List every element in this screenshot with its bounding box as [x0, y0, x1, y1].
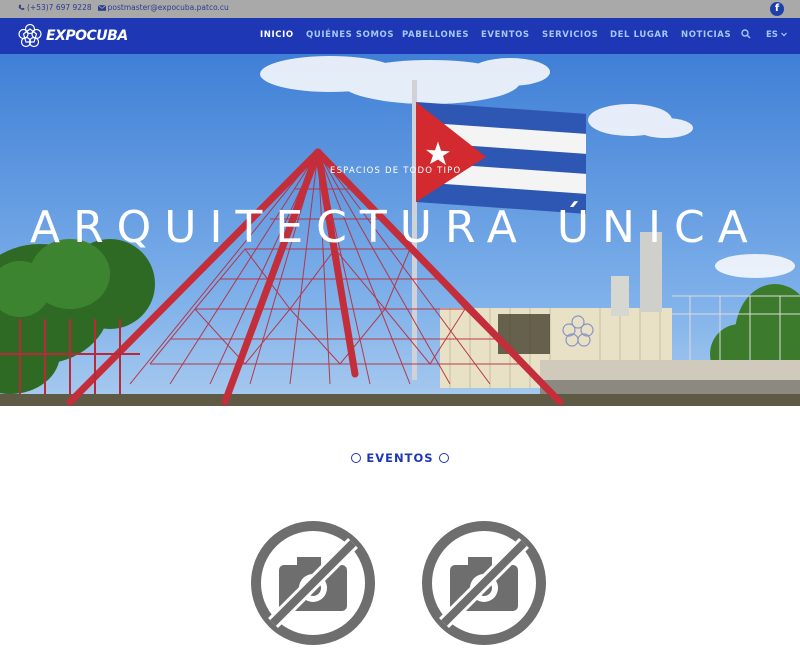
nav-item-servicios[interactable]: SERVICIOS: [542, 30, 598, 40]
circle-left-icon: [351, 453, 362, 463]
nav-item-quienes-somos[interactable]: QUIÉNES SOMOS: [306, 30, 394, 40]
hero-banner: ESPACIOS DE TODO TIPO ARQUITECTURA ÚNICA: [0, 54, 800, 406]
nav-item-eventos[interactable]: EVENTOS: [481, 30, 530, 40]
hero-headline: ARQUITECTURA ÚNICA: [30, 202, 761, 253]
event-card-image[interactable]: [420, 519, 548, 647]
facebook-icon[interactable]: f: [770, 2, 784, 16]
phone-contact[interactable]: (+53)7 697 9228: [18, 3, 92, 12]
nav-item-noticias[interactable]: NOTICIAS: [681, 30, 731, 40]
search-icon[interactable]: [741, 29, 751, 39]
events-section-title: EVENTOS: [0, 450, 800, 468]
hero-kicker: ESPACIOS DE TODO TIPO: [330, 166, 462, 176]
no-photo-icon: [251, 521, 375, 645]
email-address: postmaster@expocuba.patco.cu: [107, 3, 229, 12]
no-photo-icon: [422, 521, 546, 645]
nav-item-del-lugar[interactable]: DEL LUGAR: [610, 30, 669, 40]
main-menu: INICIO QUIÉNES SOMOS PABELLONES EVENTOS …: [0, 29, 800, 44]
nav-item-inicio[interactable]: INICIO: [260, 30, 294, 40]
nav-item-pabellones[interactable]: PABELLONES: [402, 30, 469, 40]
event-card-image[interactable]: [249, 519, 377, 647]
language-selector[interactable]: ES: [766, 30, 787, 40]
email-contact[interactable]: postmaster@expocuba.patco.cu: [97, 3, 229, 12]
main-navbar: EXPOCUBA INICIO QUIÉNES SOMOS PABELLONES…: [0, 18, 800, 54]
contact-info: (+53)7 697 9228 postmaster@expocuba.patc…: [18, 3, 229, 12]
phone-icon: [18, 4, 25, 10]
phone-number: (+53)7 697 9228: [27, 3, 92, 12]
events-heading: EVENTOS: [366, 451, 434, 465]
circle-right-icon: [438, 453, 449, 463]
chevron-down-icon: [780, 32, 787, 37]
envelope-icon: [97, 4, 106, 11]
top-contact-bar: (+53)7 697 9228 postmaster@expocuba.patc…: [0, 0, 800, 18]
language-code: ES: [766, 30, 778, 40]
